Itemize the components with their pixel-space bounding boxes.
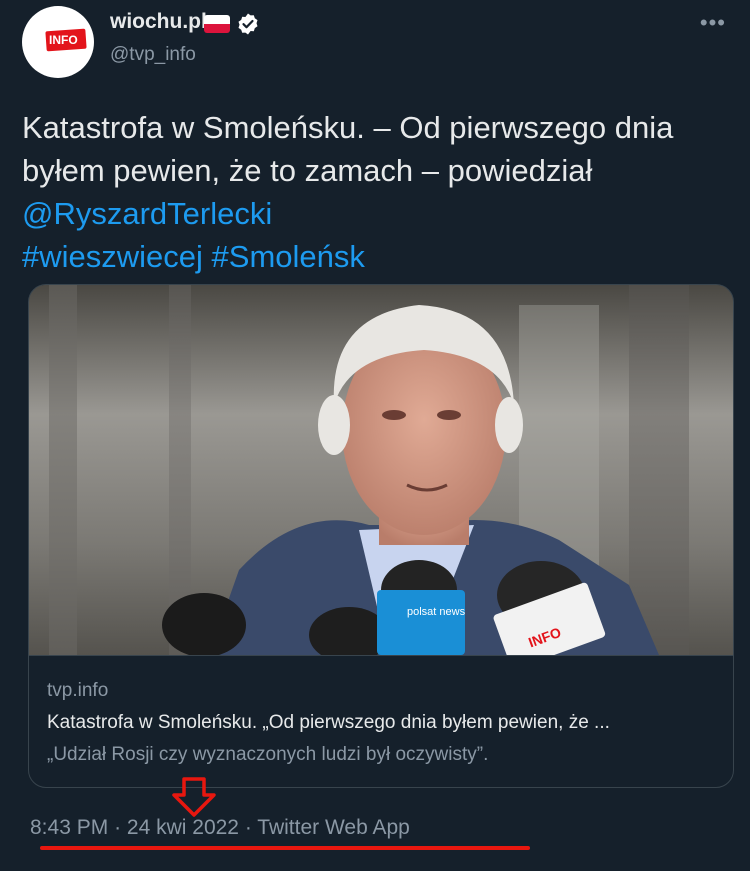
poland-flag-icon [204,15,230,33]
annotation-underline [40,846,530,850]
tweet-body: Katastrofa w Smoleńsku. – Od pierwszego … [22,110,674,188]
annotation-arrow-icon [172,777,216,817]
tweet-time[interactable]: 8:43 PM [30,816,108,839]
card-domain: tvp.info [47,680,109,701]
hashtag-link[interactable]: #wieszwiecej [22,239,203,274]
mention-link[interactable]: @RyszardTerlecki [22,196,272,231]
verified-badge-icon [238,13,258,35]
tweet-text: Katastrofa w Smoleńsku. – Od pierwszego … [22,106,722,278]
avatar-logo-text: INFO [49,33,78,47]
hashtag-link[interactable]: #Smoleńsk [212,239,365,274]
card-title: Katastrofa w Smoleńsku. „Od pierwszego d… [47,712,610,733]
tweet-date[interactable]: 24 kwi 2022 [127,816,239,839]
tweet-source[interactable]: Twitter Web App [257,816,410,839]
more-dots-icon[interactable]: ••• [700,10,726,36]
link-card[interactable]: polsat news INFO tvp.info Katastrofa w S… [28,284,734,788]
separator: · [244,816,252,839]
card-meta: tvp.info Katastrofa w Smoleńsku. „Od pie… [29,655,733,787]
tweet: INFO wiochu.pl @tvp_info ••• Katastrofa … [0,0,750,871]
display-name[interactable]: wiochu.pl [110,10,207,34]
card-image: polsat news INFO [29,285,733,655]
separator: · [114,816,122,839]
tweet-timestamp: 8:43 PM · 24 kwi 2022 · Twitter Web App [30,816,410,840]
user-handle[interactable]: @tvp_info [110,44,196,66]
card-description: „Udział Rosji czy wyznaczonych ludzi był… [47,744,489,765]
mic-label: polsat news [407,606,466,618]
avatar[interactable]: INFO [22,6,94,78]
